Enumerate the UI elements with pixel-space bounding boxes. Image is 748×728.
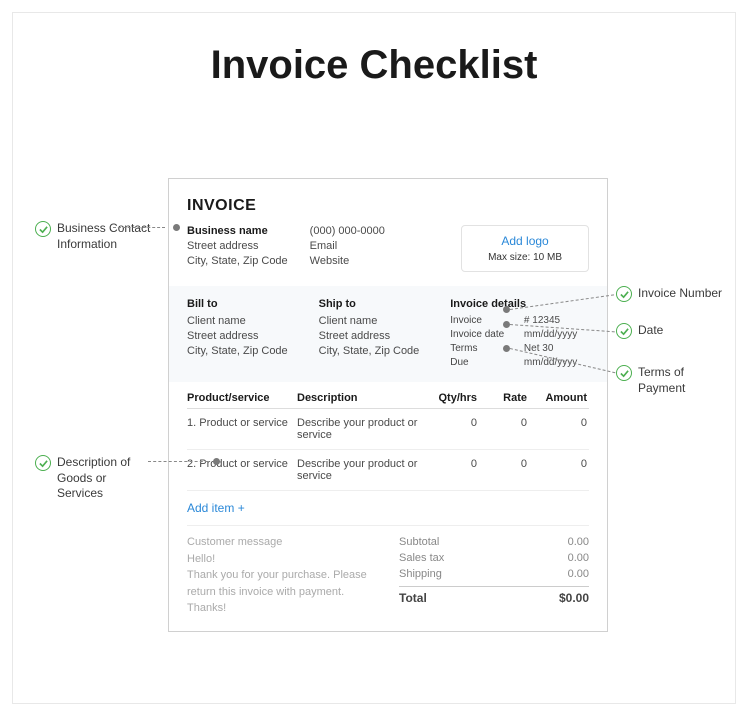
business-name: Business name	[187, 225, 288, 237]
line-item[interactable]: 1. Product or service Describe your prod…	[187, 409, 589, 450]
connector	[148, 461, 208, 462]
due-label: Due	[450, 357, 516, 368]
billto-client: Client name	[187, 315, 303, 327]
total-label: Total	[399, 591, 427, 605]
terms-value: Net 30	[524, 343, 589, 354]
callout-date: Date	[616, 323, 663, 339]
add-logo-label: Add logo	[488, 234, 562, 248]
add-item-button[interactable]: Add item +	[187, 491, 589, 526]
msg-head: Customer message	[187, 534, 379, 551]
row-desc: Describe your product or service	[297, 458, 427, 482]
billto-street: Street address	[187, 330, 303, 342]
invdate-value: mm/dd/yyyy	[524, 329, 589, 340]
shipto-csz: City, State, Zip Code	[319, 345, 435, 357]
ship-value: 0.00	[568, 568, 589, 580]
ship-label: Shipping	[399, 568, 442, 580]
invdate-label: Invoice date	[450, 329, 516, 340]
business-street: Street address	[187, 240, 288, 252]
callout-label: Description of Goods or Services	[57, 455, 155, 502]
row-num: 1.	[187, 417, 196, 429]
row-rate: 0	[477, 417, 527, 429]
callout-label: Invoice Number	[638, 286, 722, 302]
invoice-card: INVOICE Business name Street address Cit…	[168, 178, 608, 632]
col-desc: Description	[297, 392, 427, 404]
callout-label: Terms of Payment	[638, 365, 726, 396]
row-num: 2.	[187, 458, 196, 470]
invoice-heading: INVOICE	[187, 197, 589, 215]
row-amt: 0	[527, 458, 587, 470]
tax-label: Sales tax	[399, 552, 444, 564]
business-email: Email	[310, 240, 385, 252]
business-website: Website	[310, 255, 385, 267]
totals: Subtotal0.00 Sales tax0.00 Shipping0.00 …	[399, 534, 589, 617]
subtotal-value: 0.00	[568, 536, 589, 548]
row-qty: 0	[427, 458, 477, 470]
callout-description: Description of Goods or Services	[35, 455, 155, 502]
customer-message[interactable]: Customer message Hello! Thank you for yo…	[187, 534, 379, 617]
col-product: Product/service	[187, 392, 297, 404]
inv-value: # 12345	[524, 315, 589, 326]
row-rate: 0	[477, 458, 527, 470]
col-amount: Amount	[527, 392, 587, 404]
check-icon	[616, 365, 632, 381]
check-icon	[35, 221, 51, 237]
total-value: $0.00	[559, 591, 589, 605]
check-icon	[616, 286, 632, 302]
header-block: Business name Street address City, State…	[187, 225, 589, 272]
connector-dot	[213, 458, 220, 465]
line-header: Product/service Description Qty/hrs Rate…	[187, 382, 589, 409]
shipto-head: Ship to	[319, 298, 435, 310]
billto-csz: City, State, Zip Code	[187, 345, 303, 357]
col-qty: Qty/hrs	[427, 392, 477, 404]
logo-upload[interactable]: Add logo Max size: 10 MB	[461, 225, 589, 272]
msg-signoff: Thanks!	[187, 600, 379, 617]
line-item[interactable]: 2. Product or service Describe your prod…	[187, 450, 589, 491]
billto-head: Bill to	[187, 298, 303, 310]
callout-invoice-number: Invoice Number	[616, 286, 722, 302]
callout-label: Date	[638, 323, 663, 339]
shipto-client: Client name	[319, 315, 435, 327]
row-prod: Product or service	[199, 417, 288, 429]
check-icon	[35, 455, 51, 471]
connector-dot	[173, 224, 180, 231]
callout-terms: Terms of Payment	[616, 365, 726, 396]
row-desc: Describe your product or service	[297, 417, 427, 441]
page-title: Invoice Checklist	[13, 43, 735, 88]
parties-section: Bill to Client name Street address City,…	[169, 286, 607, 382]
connector	[113, 227, 165, 228]
msg-greet: Hello!	[187, 551, 379, 568]
callout-business-info: Business Contact Information	[35, 221, 155, 252]
tax-value: 0.00	[568, 552, 589, 564]
msg-body: Thank you for your purchase. Please retu…	[187, 567, 379, 600]
row-amt: 0	[527, 417, 587, 429]
row-qty: 0	[427, 417, 477, 429]
shipto-street: Street address	[319, 330, 435, 342]
callout-label: Business Contact Information	[57, 221, 155, 252]
connector-dot	[503, 306, 510, 313]
business-csz: City, State, Zip Code	[187, 255, 288, 267]
business-phone: (000) 000-0000	[310, 225, 385, 237]
subtotal-label: Subtotal	[399, 536, 439, 548]
logo-maxsize: Max size: 10 MB	[488, 252, 562, 263]
check-icon	[616, 323, 632, 339]
col-rate: Rate	[477, 392, 527, 404]
